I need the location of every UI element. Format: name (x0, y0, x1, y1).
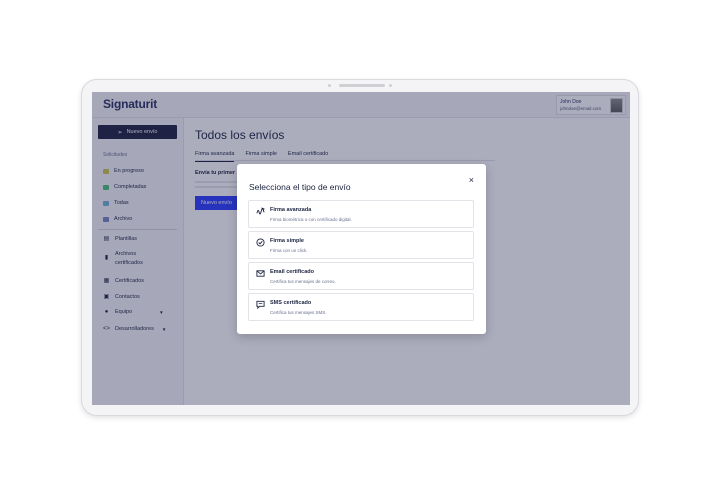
sensor-dot (389, 84, 392, 87)
tablet-frame: Signaturit John Doe johndoe@email.com ➢ … (81, 79, 639, 416)
camera-dot (328, 84, 331, 87)
option-certified-sms[interactable]: SMS certificado Certifica tus mensajes S… (248, 293, 474, 321)
send-type-modal: Selecciona el tipo de envío × Firma avan… (237, 164, 486, 334)
option-advanced-signature[interactable]: Firma avanzada Firma biométrica o con ce… (248, 200, 474, 228)
app-screen: Signaturit John Doe johndoe@email.com ➢ … (92, 92, 630, 405)
option-description: Certifica tus mensajes de correo. (270, 279, 336, 284)
modal-title: Selecciona el tipo de envío (249, 182, 351, 192)
option-title: Firma avanzada (270, 207, 312, 213)
close-icon[interactable]: × (469, 175, 474, 185)
option-title: Firma simple (270, 238, 304, 244)
chat-icon (256, 300, 265, 309)
option-simple-signature[interactable]: Firma simple Firma con un click. (248, 231, 474, 259)
option-title: Email certificado (270, 269, 315, 275)
speaker-bar (339, 84, 385, 87)
option-description: Certifica tus mensajes SMS. (270, 310, 327, 315)
option-certified-email[interactable]: Email certificado Certifica tus mensajes… (248, 262, 474, 290)
check-circle-icon (256, 238, 265, 247)
option-description: Firma biométrica o con certificado digit… (270, 217, 352, 222)
signature-icon (256, 207, 265, 216)
option-description: Firma con un click. (270, 248, 308, 253)
option-title: SMS certificado (270, 300, 312, 306)
mail-icon (256, 269, 265, 278)
